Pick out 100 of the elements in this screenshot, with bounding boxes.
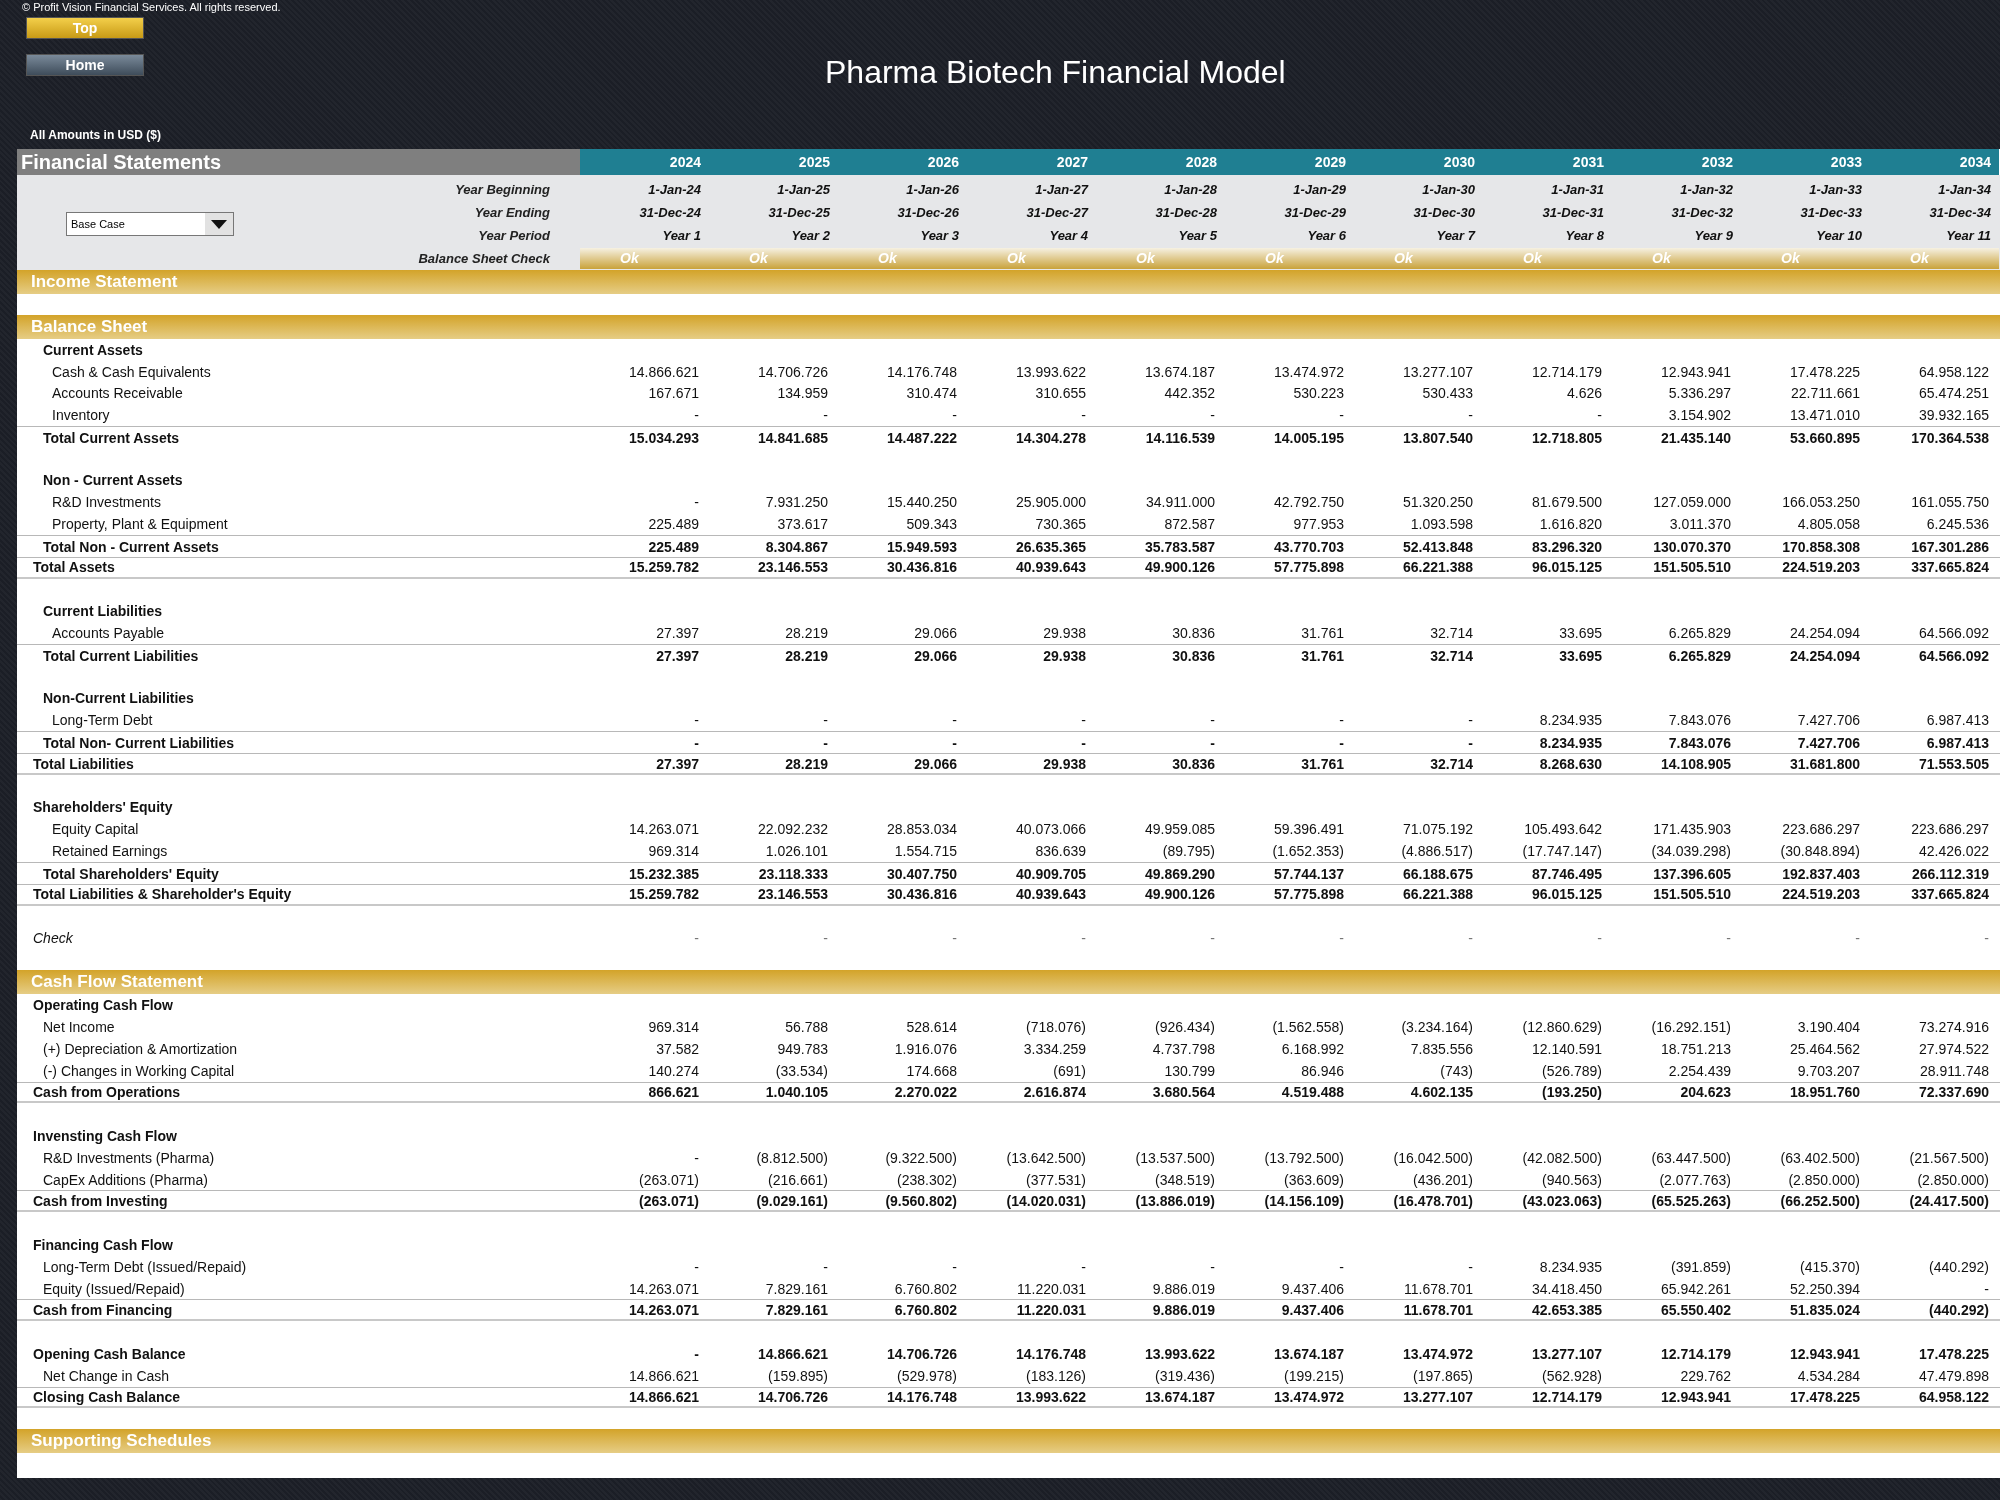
- scenario-dropdown[interactable]: Base Case: [66, 212, 234, 236]
- table-cell-text: 373.617: [776, 516, 829, 533]
- table-cell-text: -: [1338, 712, 1345, 729]
- table-cell-text: -: [951, 930, 958, 946]
- date-cell-text: 1-Jan-29: [1292, 182, 1347, 197]
- table-cell-text: (363.609): [1283, 1171, 1345, 1188]
- table-cell-text: -: [693, 1258, 700, 1275]
- table-cell-text: -: [1209, 734, 1216, 751]
- table-cell-text: 14.706.726: [756, 363, 829, 380]
- table-cell-text: -: [1467, 930, 1474, 946]
- table-cell-text: 530.433: [1421, 385, 1474, 402]
- table-cell-text: (159.895): [767, 1367, 829, 1384]
- table-cell-text: -: [1209, 1258, 1216, 1275]
- table-cell-text: -: [1080, 930, 1087, 946]
- table-cell-text: 28.853.034: [885, 821, 958, 838]
- table-cell-text: 13.993.622: [1143, 1345, 1216, 1362]
- table-cell-text: 49.869.290: [1143, 865, 1216, 882]
- table-cell-text: (348.519): [1154, 1171, 1216, 1188]
- table-cell-text: (12.860.629): [1521, 1019, 1603, 1035]
- table-cell-text: 14.176.748: [1014, 1345, 1087, 1362]
- table-cell-text: 57.775.898: [1272, 559, 1345, 576]
- table-cell-text: 28.219: [784, 647, 829, 664]
- table-cell-text: (238.302): [896, 1171, 958, 1188]
- table-cell-text: 65.550.402: [1659, 1301, 1732, 1318]
- table-cell-text: 29.938: [1042, 647, 1087, 664]
- table-cell-text: 28.911.748: [1918, 1062, 1990, 1079]
- table-cell-text: 9.703.207: [1796, 1062, 1861, 1079]
- table-cell-text: 1.916.076: [893, 1040, 958, 1057]
- table-cell-text: 64.958.122: [1917, 363, 1990, 380]
- date-cell-text: 31-Dec-26: [896, 205, 960, 220]
- table-cell-text: 8.304.867: [764, 538, 829, 555]
- table-cell-text: (263.071): [638, 1192, 700, 1209]
- table-cell-text: 71.075.192: [1401, 821, 1474, 838]
- table-cell-text: 13.674.187: [1143, 363, 1216, 380]
- table-cell-text: (691): [1052, 1062, 1087, 1079]
- table-cell-text: 27.974.522: [1917, 1040, 1990, 1057]
- table-cell-text: 15.259.782: [627, 559, 700, 576]
- table-cell-text: 509.343: [905, 516, 958, 533]
- table-cell-text: -: [1467, 407, 1474, 424]
- table-cell-text: (529.978): [896, 1367, 958, 1384]
- table-cell-text: 530.223: [1292, 385, 1345, 402]
- row-label: Total Liabilities: [32, 755, 135, 772]
- table-cell-text: (13.792.500): [1263, 1149, 1345, 1166]
- year-header: 2033: [1741, 149, 1870, 175]
- table-cell-text: (30.848.894): [1779, 843, 1861, 860]
- table-cell-text: 14.866.621: [627, 1389, 700, 1406]
- table-cell-text: (65.525.263): [1650, 1192, 1732, 1209]
- status-cell: Ok: [1354, 248, 1483, 269]
- row-label: Opening Cash Balance: [32, 1345, 187, 1362]
- table-cell-text: 13.807.540: [1401, 429, 1474, 446]
- table-cell-text: 14.176.748: [885, 1389, 958, 1406]
- table-cell-text: 66.221.388: [1401, 886, 1474, 903]
- table-cell-text: 64.566.092: [1917, 647, 1990, 664]
- table-cell-text: 730.365: [1034, 516, 1087, 533]
- row-label: Total Current Assets: [42, 429, 181, 446]
- table-cell-text: 28.219: [784, 755, 829, 772]
- table-cell-text: 4.602.135: [1409, 1083, 1474, 1100]
- table-cell-text: -: [693, 1149, 700, 1166]
- table-cell-text: -: [1338, 407, 1345, 424]
- table-cell-text: 14.108.905: [1659, 755, 1732, 772]
- table-cell-text: 528.614: [905, 1019, 958, 1035]
- table-cell-text: 37.582: [655, 1040, 700, 1057]
- table-cell-text: 170.858.308: [1781, 538, 1861, 555]
- table-cell-text: (3.234.164): [1400, 1019, 1474, 1035]
- date-cell-text: 31-Dec-32: [1670, 205, 1734, 220]
- table-cell-text: 49.900.126: [1143, 559, 1216, 576]
- row-label: Cash from Financing: [32, 1301, 174, 1318]
- table-cell-text: 14.005.195: [1272, 429, 1345, 446]
- table-cell-text: 35.783.587: [1143, 538, 1216, 555]
- row-label: Property, Plant & Equipment: [51, 516, 229, 533]
- table-cell-text: 6.760.802: [893, 1280, 958, 1297]
- table-cell-text: 25.464.562: [1788, 1040, 1861, 1057]
- date-cell-text: Year 3: [919, 228, 960, 243]
- table-cell-text: 83.296.320: [1530, 538, 1603, 555]
- table-cell-text: (2.850.000): [1787, 1171, 1861, 1188]
- date-cell-text: Year 11: [1945, 228, 1992, 243]
- table-cell-text: 47.479.898: [1917, 1367, 1990, 1384]
- sheet-title: Financial Statements: [17, 149, 580, 175]
- table-cell-text: 32.714: [1429, 647, 1474, 664]
- year-header: 2027: [967, 149, 1096, 175]
- table-cell-text: (9.322.500): [884, 1149, 958, 1166]
- table-cell-text: 13.993.622: [1014, 363, 1087, 380]
- table-cell-text: 3.011.370: [1668, 516, 1732, 533]
- table-cell-text: 15.034.293: [627, 429, 700, 446]
- table-cell-text: 96.015.125: [1530, 559, 1603, 576]
- table-cell-text: 223.686.297: [1910, 821, 1990, 838]
- nav-button[interactable]: Home: [26, 54, 144, 76]
- table-cell-text: 18.751.213: [1659, 1040, 1732, 1057]
- row-label: R&D Investments: [51, 494, 162, 511]
- table-cell-text: 31.761: [1300, 647, 1345, 664]
- table-cell-text: 2.254.439: [1667, 1062, 1732, 1079]
- table-cell-text: 167.671: [647, 385, 700, 402]
- date-cell-text: 1-Jan-26: [905, 182, 960, 197]
- table-cell-text: 24.254.094: [1788, 625, 1861, 642]
- date-cell-text: 1-Jan-30: [1421, 182, 1476, 197]
- year-header: 2032: [1612, 149, 1741, 175]
- status-cell: Ok: [1612, 248, 1741, 269]
- table-cell-text: 24.254.094: [1788, 647, 1861, 664]
- table-cell-text: 31.761: [1300, 755, 1345, 772]
- table-cell-text: 39.932.165: [1917, 407, 1990, 424]
